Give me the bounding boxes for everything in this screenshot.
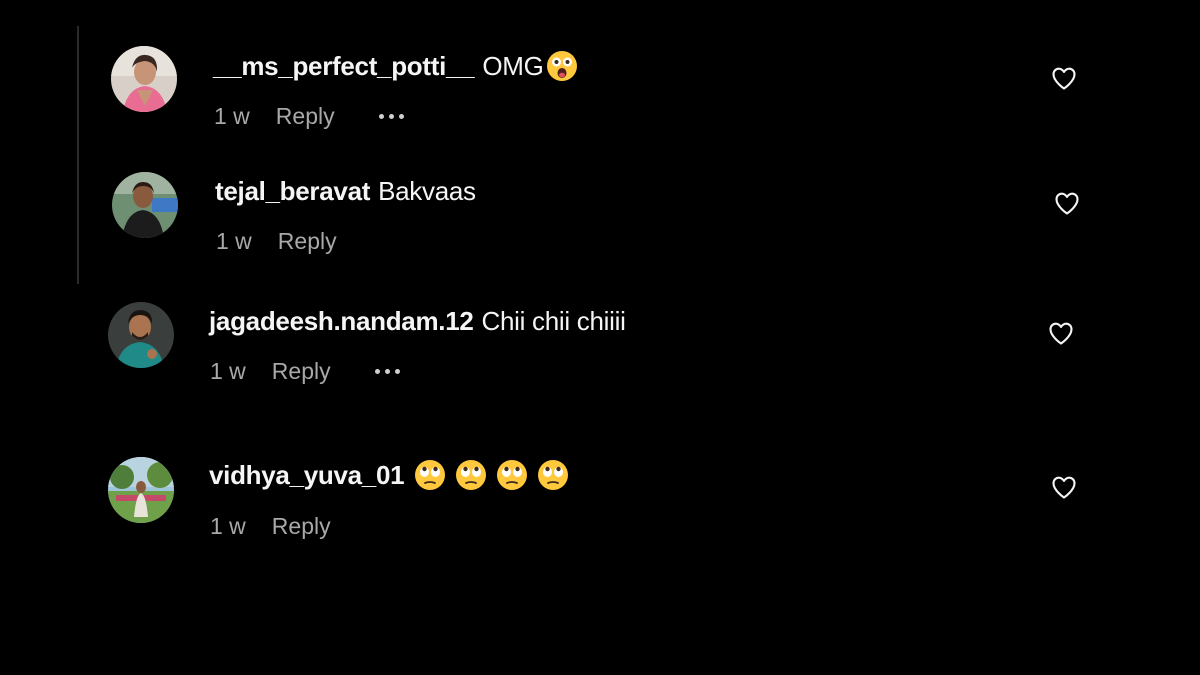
heart-outline-icon[interactable] [1047,319,1075,347]
comment-body: jagadeesh.nandam.12 Chii chii chiiii [209,306,626,337]
more-options-icon[interactable] [378,114,404,119]
comment-body: tejal_beravat Bakvaas [215,176,476,207]
comment-text: Chii chii chiiii [481,306,626,336]
comment-meta: 1 w Reply [216,228,381,255]
reply-button[interactable]: Reply [272,513,331,540]
reply-button[interactable]: Reply [272,358,331,385]
user-avatar[interactable] [112,172,178,238]
comment-username[interactable]: jagadeesh.nandam.12 [209,306,474,337]
comment-meta: 1 w Reply [214,103,404,130]
comment-username[interactable]: vidhya_yuva_01 [209,460,405,491]
face-with-rolling-eyes-emoji [414,459,446,491]
comment-body: vidhya_yuva_01 [209,459,576,491]
user-avatar[interactable] [108,302,174,368]
heart-outline-icon[interactable] [1050,473,1078,501]
more-options-icon[interactable] [374,369,400,374]
face-with-rolling-eyes-emoji [537,459,569,491]
comment-timestamp: 1 w [210,358,246,384]
comment-text [412,459,576,491]
comment-timestamp: 1 w [214,103,250,129]
reply-button[interactable]: Reply [278,228,337,255]
user-avatar[interactable] [108,457,174,523]
comment-meta: 1 w Reply [210,513,375,540]
comment-timestamp: 1 w [216,228,252,254]
heart-outline-icon[interactable] [1053,189,1081,217]
face-with-rolling-eyes-emoji [455,459,487,491]
comments-panel: __ms_perfect_potti__ OMG 1 w Reply tejal… [0,0,1200,675]
comment-item: vidhya_yuva_01 1 w Reply [0,0,1200,539]
comment-text: Bakvaas [378,176,476,206]
comment-username[interactable]: tejal_beravat [215,176,370,207]
comment-timestamp: 1 w [210,513,246,539]
face-with-rolling-eyes-emoji [496,459,528,491]
comment-meta: 1 w Reply [210,358,400,385]
reply-button[interactable]: Reply [276,103,335,130]
